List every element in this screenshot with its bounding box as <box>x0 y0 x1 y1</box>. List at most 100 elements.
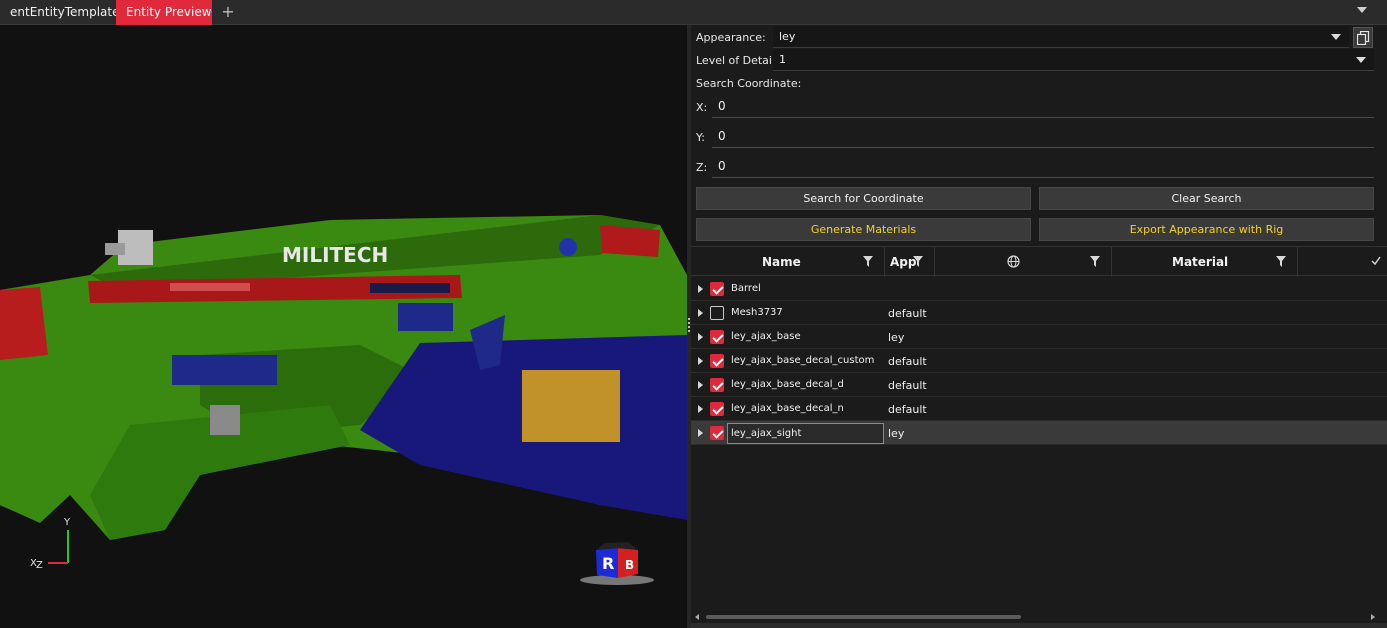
militech-brand-text: MILITECH <box>282 243 388 267</box>
scroll-right-icon[interactable] <box>1371 614 1375 620</box>
column-header-globe[interactable] <box>935 247 1112 277</box>
blue-accent-left-shape <box>172 355 277 385</box>
rear-stock-shape <box>0 287 48 360</box>
table-row[interactable]: ley_ajax_base_decal_n default <box>691 397 1387 421</box>
rear-sight-knob-shape <box>105 243 125 255</box>
row-name: ley_ajax_base_decal_custom <box>731 355 875 366</box>
filter-icon[interactable] <box>863 256 873 267</box>
column-header-app[interactable]: App <box>885 247 935 277</box>
front-sight-shape <box>600 225 660 257</box>
3d-viewport[interactable]: MILITECH Y X Z R B <box>0 25 687 628</box>
column-material-label: Material <box>1172 255 1229 269</box>
table-row[interactable]: Barrel <box>691 277 1387 301</box>
appearance-value: ley <box>779 30 796 43</box>
expand-arrow-icon[interactable] <box>698 429 703 437</box>
row-appearance: default <box>888 379 927 392</box>
row-name: ley_ajax_base_decal_d <box>731 379 844 390</box>
horizontal-scrollbar[interactable] <box>691 611 1387 623</box>
table-row[interactable]: ley_ajax_base_decal_custom default <box>691 349 1387 373</box>
visibility-checkbox[interactable] <box>710 306 724 320</box>
z-label: Z: <box>696 161 708 174</box>
lod-dropdown[interactable]: 1 <box>773 49 1374 71</box>
column-name-label: Name <box>762 255 801 269</box>
properties-panel: Appearance: ley Level of Detail: 1 Searc… <box>691 25 1387 628</box>
z-value: 0 <box>718 159 726 173</box>
visibility-checkbox[interactable] <box>710 402 724 416</box>
table-row-selected[interactable]: ley_ajax_sight ley <box>691 421 1387 445</box>
blue-rivet-shape <box>559 238 577 256</box>
expand-arrow-icon[interactable] <box>698 405 703 413</box>
view-cube-r-label: R <box>602 554 614 573</box>
row-appearance: default <box>888 307 927 320</box>
column-header-name[interactable]: Name <box>691 247 885 277</box>
mesh-grid-header: Name App Material <box>691 246 1387 277</box>
weapon-model-render: MILITECH Y X Z R B <box>0 215 687 585</box>
tab-ent-entity-template[interactable]: entEntityTemplate <box>0 0 119 25</box>
globe-icon <box>1007 255 1020 268</box>
y-label: Y: <box>696 131 705 144</box>
axis-y-label: Y <box>63 517 71 528</box>
scrollbar-thumb[interactable] <box>706 615 1021 619</box>
scroll-left-icon[interactable] <box>695 614 699 620</box>
add-tab-button[interactable]: + <box>218 1 238 23</box>
column-header-material[interactable]: Material <box>1112 247 1298 277</box>
row-appearance: ley <box>888 331 905 344</box>
row-name-edit-field[interactable]: ley_ajax_sight <box>727 423 884 444</box>
decal-sticker-shape <box>522 370 620 442</box>
axis-z-label: Z <box>36 560 43 571</box>
row-appearance: ley <box>888 427 905 440</box>
search-for-coordinate-button[interactable]: Search for Coordinate <box>696 187 1031 210</box>
column-header-more[interactable] <box>1298 247 1387 277</box>
clear-search-button[interactable]: Clear Search <box>1039 187 1374 210</box>
row-name: Barrel <box>731 283 761 294</box>
table-row[interactable]: ley_ajax_base_decal_d default <box>691 373 1387 397</box>
visibility-checkbox[interactable] <box>710 378 724 392</box>
row-name: ley_ajax_base_decal_n <box>731 403 844 414</box>
filter-icon[interactable] <box>1090 256 1100 267</box>
export-appearance-with-rig-button[interactable]: Export Appearance with Rig <box>1039 218 1374 241</box>
generate-materials-button[interactable]: Generate Materials <box>696 218 1031 241</box>
barrel-highlight-shape <box>170 283 250 291</box>
view-cube[interactable]: R B <box>580 542 654 585</box>
y-value: 0 <box>718 129 726 143</box>
chevron-down-icon <box>1356 57 1366 63</box>
row-name: ley_ajax_base <box>731 331 801 342</box>
row-appearance: default <box>888 355 927 368</box>
x-coordinate-input[interactable]: 0 <box>712 94 1374 118</box>
tab-entity-preview[interactable]: Entity Preview <box>116 0 212 25</box>
expand-arrow-icon[interactable] <box>698 333 703 341</box>
search-coordinate-label: Search Coordinate: <box>696 77 802 90</box>
copy-appearance-button[interactable] <box>1353 27 1373 48</box>
chevron-down-icon <box>1331 34 1341 40</box>
expand-arrow-icon[interactable] <box>698 285 703 293</box>
appearance-dropdown[interactable]: ley <box>773 26 1349 48</box>
table-row[interactable]: ley_ajax_base ley <box>691 325 1387 349</box>
splitter-grip-icon[interactable] <box>688 318 690 332</box>
z-coordinate-input[interactable]: 0 <box>712 154 1374 178</box>
lod-value: 1 <box>779 53 786 66</box>
copy-icon <box>1357 31 1370 45</box>
visibility-checkbox[interactable] <box>710 282 724 296</box>
blue-accent-top-shape <box>398 303 453 331</box>
expand-arrow-icon[interactable] <box>698 381 703 389</box>
filter-icon[interactable] <box>1276 256 1286 267</box>
axis-gizmo: Y X Z <box>30 517 71 571</box>
row-name: Mesh3737 <box>731 307 783 318</box>
filter-icon[interactable] <box>913 256 923 267</box>
visibility-checkbox[interactable] <box>710 354 724 368</box>
view-cube-b-label: B <box>625 558 634 572</box>
visibility-checkbox[interactable] <box>710 330 724 344</box>
panel-bottom-border <box>691 623 1387 628</box>
checkmark-column-icon <box>1371 256 1381 266</box>
table-row[interactable]: Mesh3737 default <box>691 301 1387 325</box>
appearance-label: Appearance: <box>696 31 766 44</box>
x-value: 0 <box>718 99 726 113</box>
expand-arrow-icon[interactable] <box>698 309 703 317</box>
visibility-checkbox[interactable] <box>710 426 724 440</box>
tab-overflow-chevron-icon[interactable] <box>1357 7 1367 13</box>
y-coordinate-input[interactable]: 0 <box>712 124 1374 148</box>
logo-plate-shape <box>210 405 240 435</box>
expand-arrow-icon[interactable] <box>698 357 703 365</box>
barrel-dark-segment-shape <box>370 283 450 293</box>
x-label: X: <box>696 101 708 114</box>
